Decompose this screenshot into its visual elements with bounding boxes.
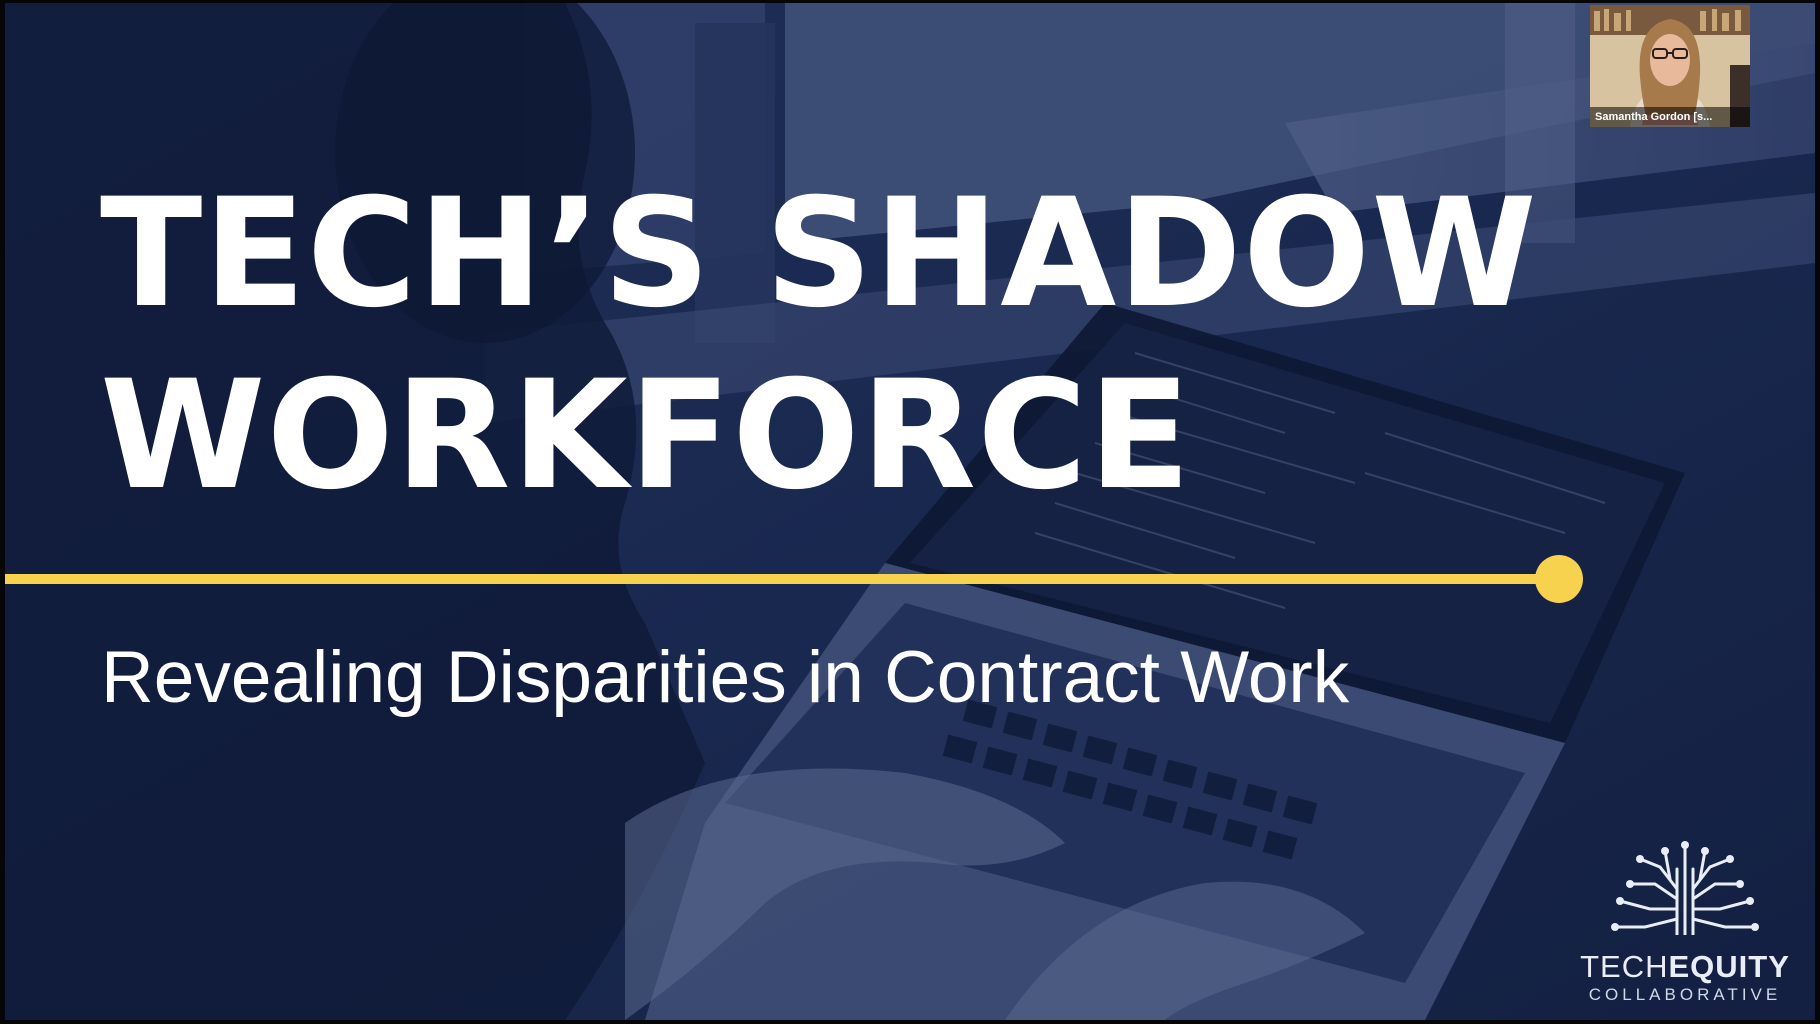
slide-title-line-2: WORKFORCE — [100, 349, 1192, 523]
logo-subtitle: COLLABORATIVE — [1588, 985, 1782, 1004]
accent-divider-dot — [1535, 555, 1583, 603]
meeting-screen: TECH’S SHADOW WORKFORCE Revealing Dispar… — [0, 0, 1820, 1024]
logo-wordmark: TECHEQUITY — [1565, 949, 1805, 985]
circuit-tree-icon — [1611, 841, 1759, 935]
accent-divider-line — [5, 574, 1558, 584]
slide-title-line-1: TECH’S SHADOW — [100, 167, 1538, 341]
participant-video-tile[interactable]: Samantha Gordon [s... — [1590, 5, 1750, 127]
slide-subtitle: Revealing Disparities in Contract Work — [101, 637, 1350, 718]
slide-title: TECH’S SHADOW WORKFORCE — [100, 163, 1538, 527]
techequity-logo: TECHEQUITY COLLABORATIVE — [1565, 839, 1805, 1007]
logo-wordmark-tech: TECH — [1580, 949, 1669, 984]
logo-wordmark-equity: EQUITY — [1668, 949, 1790, 984]
shared-slide: TECH’S SHADOW WORKFORCE Revealing Dispar… — [5, 3, 1815, 1020]
participant-name-label: Samantha Gordon [s... — [1590, 107, 1750, 127]
